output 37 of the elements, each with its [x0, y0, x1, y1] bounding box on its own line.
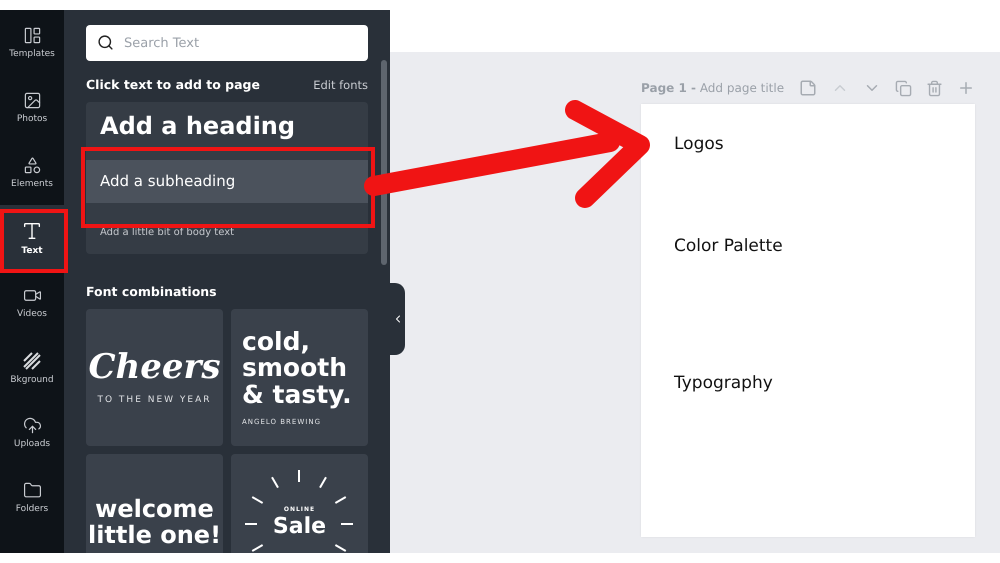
- card-title: Sale: [272, 515, 326, 539]
- sidebar-item[interactable]: Bkground: [0, 335, 64, 400]
- card-title: Cheers: [88, 350, 221, 386]
- shapes-icon: [22, 156, 42, 175]
- page-text[interactable]: Color Palette: [674, 236, 942, 256]
- copy-icon[interactable]: [895, 80, 912, 96]
- sidebar-item[interactable]: Videos: [0, 270, 64, 335]
- text-style-item[interactable]: Add a subheading: [86, 160, 368, 203]
- page-text[interactable]: Typography: [674, 373, 942, 393]
- section-title: Font combinations: [86, 284, 218, 299]
- card-title: welcome little one!: [86, 497, 222, 548]
- card-title: cold, smooth & tasty.: [242, 329, 353, 408]
- edit-fonts-link[interactable]: Edit fonts: [313, 78, 368, 92]
- upload-icon: [22, 416, 42, 435]
- search-field[interactable]: Search Text: [86, 25, 368, 61]
- page-text[interactable]: Logos: [674, 134, 942, 154]
- font-combination-card[interactable]: welcome little one!: [86, 454, 223, 553]
- collapse-tab[interactable]: [390, 283, 405, 355]
- text-style-item[interactable]: Add a heading: [86, 102, 368, 151]
- folder-icon: [22, 481, 42, 500]
- layout-icon: [22, 26, 42, 45]
- scrollbar[interactable]: [381, 60, 387, 265]
- trash-icon[interactable]: [926, 80, 943, 96]
- sidebar-item[interactable]: Folders: [0, 465, 64, 530]
- note-icon[interactable]: [799, 79, 817, 97]
- sidebar-item[interactable]: Elements: [0, 140, 64, 205]
- add-icon[interactable]: [957, 79, 975, 97]
- sidebar-item[interactable]: Templates: [0, 10, 64, 75]
- sidebar-item[interactable]: Uploads: [0, 400, 64, 465]
- section-title: Click text to add to page: [86, 77, 260, 92]
- card-subtitle: TO THE NEW YEAR: [97, 395, 212, 406]
- sidebar-item[interactable]: Photos: [0, 75, 64, 140]
- font-combination-card[interactable]: Cheers TO THE NEW YEAR: [86, 309, 223, 446]
- page-label: Page 1 - Add page title: [641, 81, 785, 95]
- image-icon: [22, 91, 42, 110]
- search-icon: [97, 34, 114, 51]
- stripes-icon: [22, 350, 42, 370]
